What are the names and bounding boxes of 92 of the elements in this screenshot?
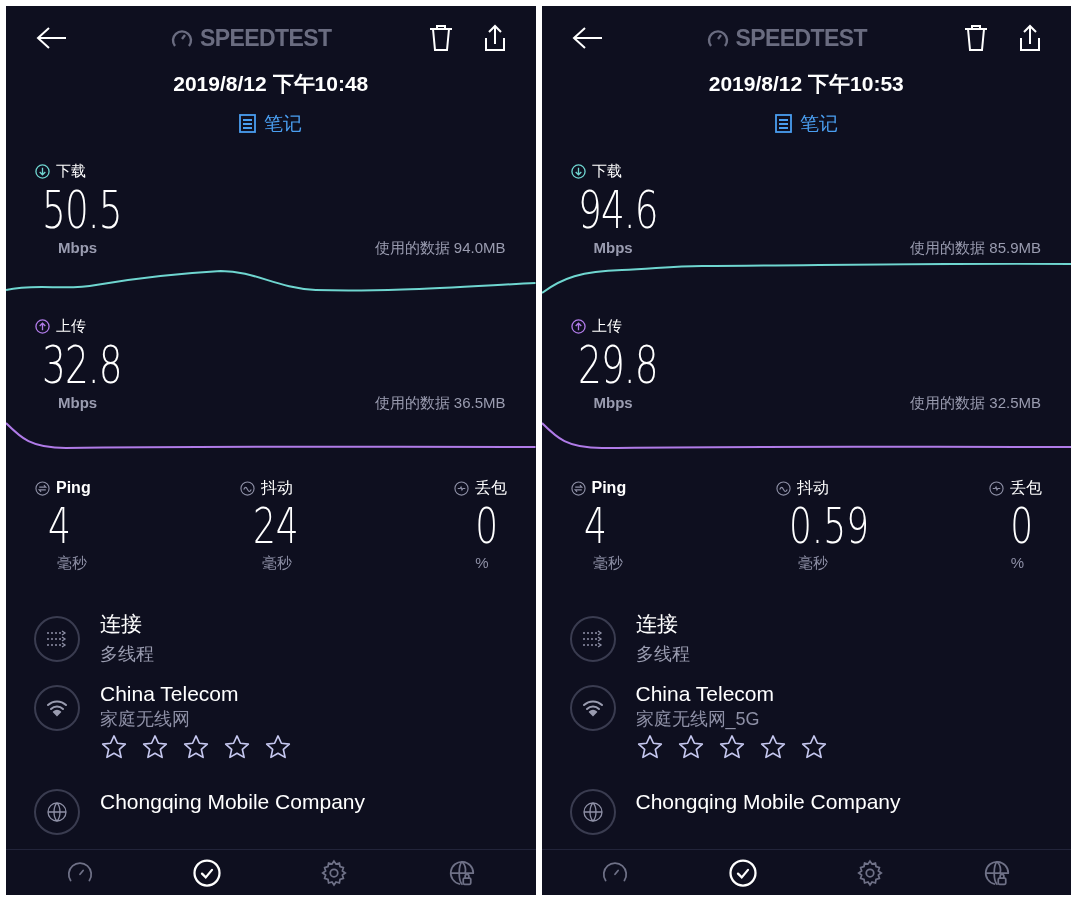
data-used-text: 使用的数据 36.5MB — [374, 392, 506, 413]
metric-label: 抖动 — [796, 478, 829, 498]
speed-value: 50.5 — [41, 182, 122, 237]
back-arrow-icon — [571, 26, 604, 50]
share-icon — [483, 24, 506, 52]
metric-label: 丢包 — [1010, 478, 1042, 498]
speed-value: 94.6 — [576, 182, 658, 237]
star-icon — [717, 732, 746, 761]
star-icon — [100, 732, 128, 761]
speed-label: 下载 — [56, 161, 86, 181]
test-timestamp: 2019/8/12 下午10:48 — [173, 72, 369, 95]
pulse-icon — [453, 480, 469, 496]
star-icon — [264, 732, 292, 761]
download-icon — [570, 163, 586, 179]
data-used-text: 使用的数据 94.0MB — [374, 237, 506, 258]
network-name: 家庭无线网 — [100, 707, 191, 731]
metric-value: 24 — [251, 500, 299, 552]
star-icon — [676, 732, 705, 761]
server-name: Chongqing Mobile Company — [635, 788, 901, 815]
app-logo: SPEEDTEST — [200, 23, 332, 53]
ping-icon — [35, 480, 50, 496]
metric-unit: 毫秒 — [56, 553, 87, 573]
star-icon — [141, 732, 169, 761]
notes-link[interactable]: 笔记 — [239, 109, 303, 138]
star-icon — [182, 732, 210, 761]
back-arrow-icon — [36, 26, 68, 50]
speed-value: 32.8 — [41, 337, 122, 392]
metric-value: 0 — [474, 500, 499, 552]
download-icon — [35, 163, 50, 179]
connection-icon — [34, 615, 80, 662]
gauge-icon — [705, 27, 730, 49]
share-button[interactable] — [483, 24, 506, 52]
data-used-text: 使用的数据 85.9MB — [910, 237, 1041, 258]
upload-icon — [570, 318, 586, 334]
connection-type: 多线程 — [635, 642, 690, 666]
wifi-icon — [34, 684, 80, 731]
wave-icon — [240, 480, 255, 496]
data-used-text: 使用的数据 32.5MB — [910, 392, 1041, 413]
globe-icon — [569, 788, 616, 835]
metric-value: 0.59 — [787, 500, 869, 552]
delete-button[interactable] — [963, 24, 989, 52]
notes-link[interactable]: 笔记 — [774, 109, 838, 138]
speed-unit: Mbps — [58, 237, 98, 258]
speed-unit: Mbps — [58, 392, 98, 413]
metric-label: Ping — [591, 478, 627, 498]
metric-value: 0 — [1010, 500, 1035, 552]
star-icon — [223, 732, 251, 761]
star-icon — [799, 732, 828, 761]
trash-icon — [963, 24, 989, 52]
metric-unit: % — [475, 553, 490, 573]
test-timestamp: 2019/8/12 下午10:53 — [708, 72, 904, 95]
pulse-icon — [989, 480, 1004, 496]
share-button[interactable] — [1019, 24, 1041, 52]
checkmark-icon — [727, 857, 758, 888]
delete-button[interactable] — [427, 24, 454, 52]
wave-icon — [775, 480, 791, 496]
network-name: 家庭无线网_5G — [635, 707, 761, 731]
connection-type: 多线程 — [100, 642, 154, 666]
metric-value: 4 — [46, 500, 71, 552]
speed-label: 上传 — [56, 316, 86, 336]
gauge-icon — [170, 27, 194, 49]
connection-title: 连接 — [635, 610, 679, 637]
metric-label: Ping — [56, 478, 91, 498]
speed-unit: Mbps — [593, 237, 633, 258]
notes-icon — [774, 114, 792, 134]
server-name: Chongqing Mobile Company — [100, 788, 365, 815]
metric-unit: 毫秒 — [796, 553, 828, 573]
metric-label: 抖动 — [261, 478, 293, 498]
globe-icon — [34, 788, 80, 835]
ping-icon — [570, 480, 586, 496]
speed-value: 29.8 — [576, 337, 658, 392]
isp-name: China Telecom — [100, 680, 240, 707]
star-icon — [758, 732, 787, 761]
metric-label: 丢包 — [474, 478, 507, 498]
speed-unit: Mbps — [593, 392, 633, 413]
speed-label: 上传 — [591, 316, 622, 336]
metric-unit: 毫秒 — [591, 553, 623, 573]
star-icon — [635, 732, 664, 761]
share-icon — [1019, 24, 1041, 52]
speed-label: 下载 — [591, 161, 622, 181]
metric-unit: 毫秒 — [261, 553, 292, 573]
trash-icon — [427, 24, 454, 52]
metric-unit: % — [1010, 553, 1025, 573]
isp-name: China Telecom — [635, 680, 776, 707]
metric-value: 4 — [582, 500, 607, 552]
notes-icon — [239, 114, 257, 134]
app-logo: SPEEDTEST — [735, 23, 868, 53]
connection-icon — [569, 615, 616, 662]
upload-icon — [35, 318, 50, 334]
connection-title: 连接 — [100, 610, 143, 637]
checkmark-icon — [192, 857, 223, 888]
wifi-icon — [569, 684, 616, 731]
